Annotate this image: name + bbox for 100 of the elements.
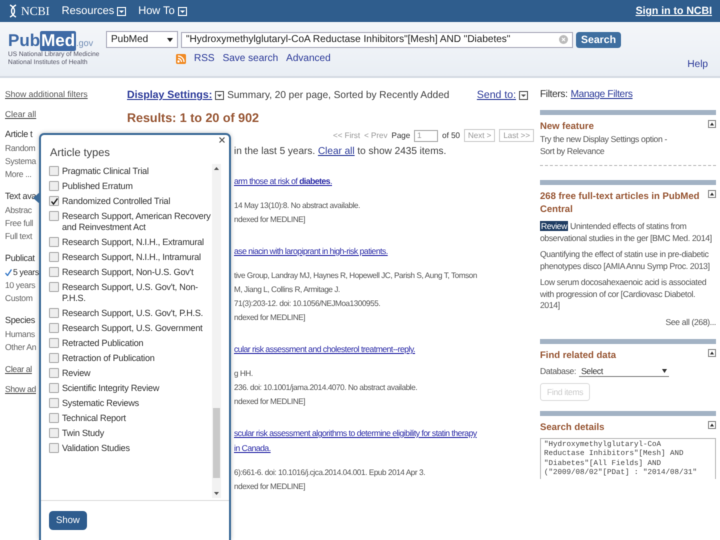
checkbox[interactable] bbox=[49, 353, 59, 363]
see-all-link[interactable]: See all (268)... bbox=[666, 316, 716, 326]
checkbox-label[interactable]: Pragmatic Clinical Trial bbox=[62, 166, 149, 177]
dropdown-icon[interactable] bbox=[215, 90, 224, 100]
checkbox[interactable] bbox=[49, 323, 59, 333]
close-button[interactable] bbox=[219, 137, 225, 143]
checkbox[interactable] bbox=[49, 308, 59, 318]
result-title-link[interactable]: ase niacin with laropiprant in high-risk patients. bbox=[234, 244, 388, 259]
article-link[interactable]: Quantifying the effect of statin use in pre-diabetic phenotypes disco [AMIA Annu Symp Proc. 2013] bbox=[540, 249, 716, 272]
checkbox[interactable] bbox=[49, 368, 59, 378]
filter-option[interactable]: Humans bbox=[5, 328, 35, 341]
check-icon bbox=[50, 198, 58, 204]
checkbox[interactable] bbox=[49, 211, 59, 221]
filter-option[interactable]: Random bbox=[5, 142, 36, 155]
search-button[interactable]: Search bbox=[576, 32, 622, 48]
checkbox-label[interactable]: Research Support, U.S. Government bbox=[62, 323, 202, 334]
checkbox[interactable] bbox=[49, 282, 59, 292]
display-settings-link[interactable]: Display Settings: bbox=[127, 89, 212, 101]
feature-text: Try the new Display Settings option - bbox=[540, 133, 668, 145]
clear-all-link[interactable]: Clear all bbox=[318, 146, 355, 157]
checkbox[interactable] bbox=[49, 443, 59, 453]
checkbox[interactable] bbox=[49, 398, 59, 408]
checkbox[interactable] bbox=[49, 383, 59, 393]
show-button[interactable]: Show bbox=[49, 511, 87, 530]
filter-option[interactable]: More ... bbox=[5, 168, 32, 181]
sign-in-link[interactable]: Sign in to NCBI bbox=[636, 5, 712, 17]
checkbox-label[interactable]: Randomized Controlled Trial bbox=[62, 196, 170, 207]
ncbi-logo[interactable]: NCBI bbox=[8, 4, 50, 18]
filter-option[interactable]: Abstrac bbox=[5, 204, 32, 217]
rss-icon[interactable] bbox=[176, 54, 186, 64]
checkbox[interactable] bbox=[49, 181, 59, 191]
filter-option[interactable]: 5 years bbox=[13, 266, 39, 279]
database-select[interactable]: Select bbox=[579, 366, 670, 376]
search-field[interactable]: "Hydroxymethylglutaryl-CoA Reductase Inhibitors"[Mesh] AND "Diabetes" bbox=[181, 32, 573, 48]
result-title-link[interactable]: arm those at risk of diabetes. bbox=[234, 174, 332, 189]
clear-icon[interactable] bbox=[559, 35, 568, 44]
menu-item[interactable]: How To bbox=[138, 5, 175, 17]
checkbox[interactable] bbox=[49, 196, 59, 206]
checkbox-label[interactable]: Review bbox=[62, 368, 90, 379]
filter-option[interactable]: Full text bbox=[5, 230, 32, 243]
checkbox-label[interactable]: Systematic Reviews bbox=[62, 398, 139, 409]
filter-link[interactable]: Clear all bbox=[5, 109, 36, 119]
checkbox-label[interactable]: Twin Study bbox=[62, 428, 104, 439]
checkbox[interactable] bbox=[49, 267, 59, 277]
checkbox[interactable] bbox=[49, 413, 59, 423]
collapse-icon[interactable] bbox=[708, 420, 716, 428]
toolbar-link[interactable]: Save search bbox=[222, 53, 278, 64]
menu-item[interactable]: Resources bbox=[62, 5, 114, 17]
result-citation: ndexed for MEDLINE] bbox=[234, 481, 306, 493]
checkbox[interactable] bbox=[49, 338, 59, 348]
popup-title: Article types bbox=[50, 146, 110, 159]
collapse-icon[interactable] bbox=[708, 120, 716, 128]
checkbox-label[interactable]: Validation Studies bbox=[62, 443, 130, 454]
result-citation: M, Jiang L, Collins R, Armitage J. bbox=[234, 284, 340, 296]
checkbox-label[interactable]: Technical Report bbox=[62, 413, 126, 424]
filter-link[interactable]: Show ad bbox=[5, 384, 36, 394]
result-title-link[interactable]: scular risk assessment algorithms to determine eligibility for statin therapy bbox=[234, 426, 477, 441]
caret-icon bbox=[167, 38, 173, 42]
article-link[interactable]: Review Unintended effects of statins from observational studies in the ger [BMC Med. 2014] bbox=[540, 221, 716, 244]
checkbox[interactable] bbox=[49, 252, 59, 262]
checkbox-label[interactable]: Research Support, N.I.H., Extramural bbox=[62, 237, 204, 248]
filter-option[interactable]: Systema bbox=[5, 155, 36, 168]
result-title-link[interactable]: cular risk assessment and cholesterol treatment--reply. bbox=[234, 342, 416, 357]
dropdown-icon[interactable] bbox=[519, 90, 528, 100]
checkbox-label[interactable]: Published Erratum bbox=[62, 181, 133, 192]
filter-option[interactable]: Custom bbox=[5, 292, 32, 305]
checkbox-label[interactable]: Research Support, American Recovery and Reinvestment Act bbox=[62, 211, 212, 233]
article-link[interactable]: Low serum docosahexaenoic acid is associated with progression of cor [Cardiovasc Diabetol. 2014] bbox=[540, 277, 716, 312]
filter-heading: Publicat bbox=[5, 253, 35, 263]
result-title-link[interactable]: in Canada. bbox=[234, 441, 271, 456]
toolbar-link[interactable]: Advanced bbox=[286, 53, 331, 64]
filter-notice: in the last 5 years. Clear all to show 2435 items. bbox=[234, 146, 448, 157]
filter-option[interactable]: Other An bbox=[5, 341, 36, 354]
manage-filters-link[interactable]: Manage Filters bbox=[570, 89, 633, 100]
send-to-link[interactable]: Send to: bbox=[476, 89, 516, 101]
checkbox-label[interactable]: Scientific Integrity Review bbox=[62, 383, 160, 394]
checkbox-label[interactable]: Research Support, Non-U.S. Gov't bbox=[62, 267, 194, 278]
panel-title: Find related data bbox=[540, 348, 616, 362]
checkbox-label[interactable]: Research Support, N.I.H., Intramural bbox=[62, 252, 201, 263]
scroll-thumb[interactable] bbox=[213, 408, 220, 478]
filter-option[interactable]: 10 years bbox=[5, 279, 36, 292]
help-link[interactable]: Help bbox=[687, 59, 708, 70]
checkbox[interactable] bbox=[49, 237, 59, 247]
filter-option[interactable]: Free full bbox=[5, 217, 34, 230]
results-heading: Results: 1 to 20 of 902 bbox=[126, 111, 260, 127]
collapse-icon[interactable] bbox=[708, 190, 716, 198]
collapse-icon[interactable] bbox=[708, 348, 716, 356]
checkbox-label[interactable]: Retracted Publication bbox=[62, 338, 144, 349]
checkbox-label[interactable]: Retraction of Publication bbox=[62, 353, 155, 364]
filter-link[interactable]: Show additional filters bbox=[5, 89, 88, 99]
pubmed-logo[interactable]: PubMed.gov bbox=[8, 31, 106, 51]
checkbox-label[interactable]: Research Support, U.S. Gov't, P.H.S. bbox=[62, 308, 203, 319]
checkbox[interactable] bbox=[49, 428, 59, 438]
database-select[interactable]: PubMed bbox=[106, 31, 178, 48]
filter-link[interactable]: Clear al bbox=[5, 364, 32, 374]
checkbox[interactable] bbox=[49, 166, 59, 176]
checkbox-label[interactable]: Research Support, U.S. Gov't, Non-P.H.S. bbox=[62, 282, 212, 304]
result-citation: 71(3):203-12. doi: 10.1056/NEJMoa1300955. bbox=[234, 298, 380, 310]
scrollbar[interactable] bbox=[212, 164, 221, 498]
toolbar-link[interactable]: RSS bbox=[194, 53, 215, 64]
